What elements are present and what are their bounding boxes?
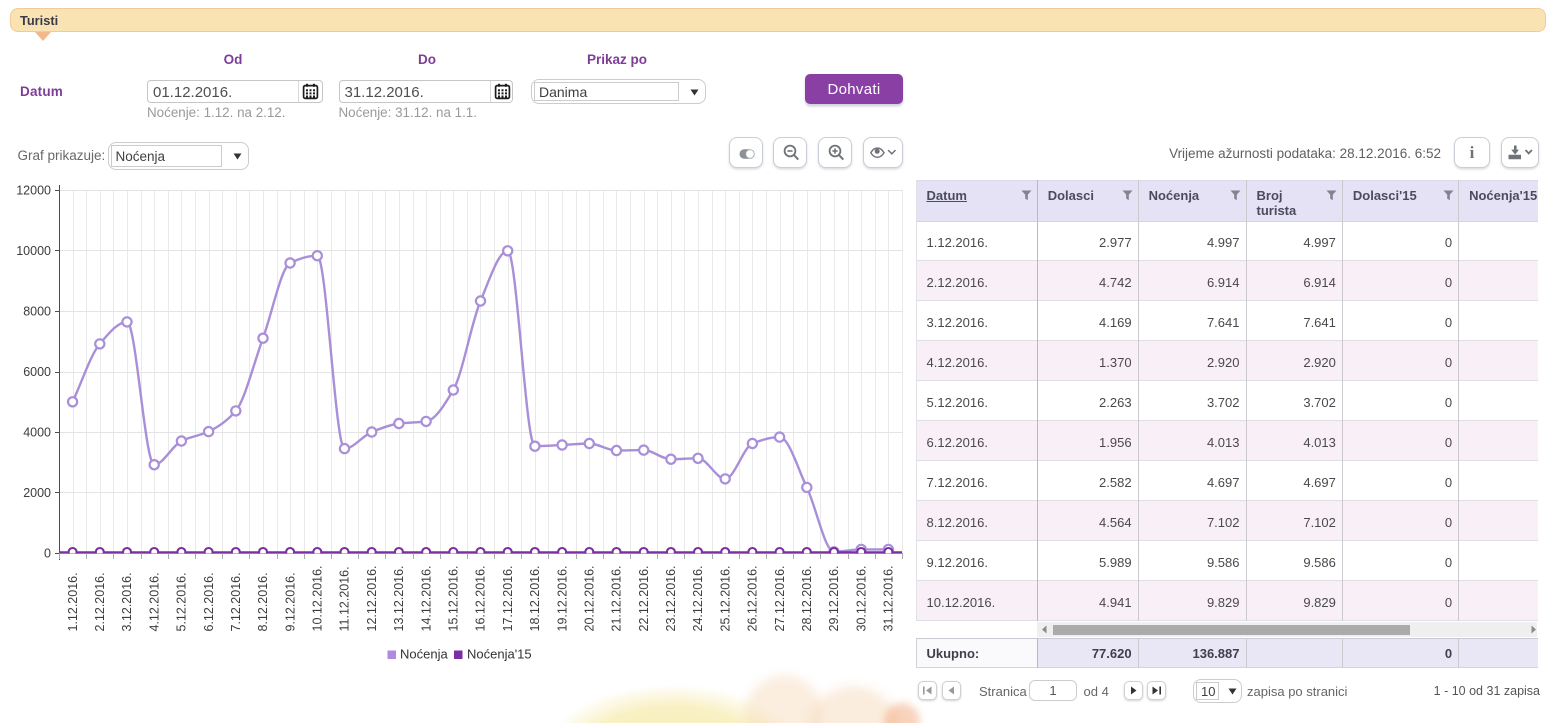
svg-text:1.12.2016.: 1.12.2016. [66,572,80,631]
svg-text:17.12.2016.: 17.12.2016. [501,565,515,631]
svg-text:6.12.2016.: 6.12.2016. [202,572,216,631]
svg-text:5.12.2016.: 5.12.2016. [175,572,189,631]
svg-text:Noćenja: Noćenja [400,647,448,662]
svg-text:4.12.2016.: 4.12.2016. [147,572,161,631]
svg-text:30.12.2016.: 30.12.2016. [854,565,868,631]
svg-text:7.12.2016.: 7.12.2016. [229,572,243,631]
svg-text:10000: 10000 [16,244,51,258]
svg-text:3.12.2016.: 3.12.2016. [120,572,134,631]
svg-text:14.12.2016.: 14.12.2016. [419,565,433,631]
svg-text:0: 0 [44,547,51,561]
svg-text:2.12.2016.: 2.12.2016. [93,572,107,631]
svg-text:25.12.2016.: 25.12.2016. [718,565,732,631]
svg-text:8.12.2016.: 8.12.2016. [256,572,270,631]
svg-text:4000: 4000 [23,426,51,440]
svg-text:31.12.2016.: 31.12.2016. [882,565,896,631]
svg-text:12.12.2016.: 12.12.2016. [365,565,379,631]
svg-text:10.12.2016.: 10.12.2016. [311,565,325,631]
svg-text:13.12.2016.: 13.12.2016. [392,565,406,631]
svg-text:11.12.2016.: 11.12.2016. [338,566,352,631]
svg-text:16.12.2016.: 16.12.2016. [474,565,488,631]
svg-text:24.12.2016.: 24.12.2016. [691,565,705,631]
svg-text:6000: 6000 [23,365,51,379]
svg-text:19.12.2016.: 19.12.2016. [555,565,569,631]
svg-text:8000: 8000 [23,305,51,319]
svg-text:26.12.2016.: 26.12.2016. [746,565,760,631]
svg-text:22.12.2016.: 22.12.2016. [637,565,651,631]
svg-text:23.12.2016.: 23.12.2016. [664,565,678,631]
svg-text:9.12.2016.: 9.12.2016. [283,572,297,631]
svg-text:2000: 2000 [23,486,51,500]
svg-text:Noćenja'15: Noćenja'15 [467,647,532,662]
svg-text:29.12.2016.: 29.12.2016. [827,565,841,631]
svg-text:12000: 12000 [16,184,51,198]
svg-text:28.12.2016.: 28.12.2016. [800,565,814,631]
svg-text:27.12.2016.: 27.12.2016. [773,565,787,631]
svg-text:18.12.2016.: 18.12.2016. [528,565,542,631]
svg-text:20.12.2016.: 20.12.2016. [583,565,597,631]
svg-text:15.12.2016.: 15.12.2016. [447,565,461,631]
svg-text:21.12.2016.: 21.12.2016. [610,565,624,631]
